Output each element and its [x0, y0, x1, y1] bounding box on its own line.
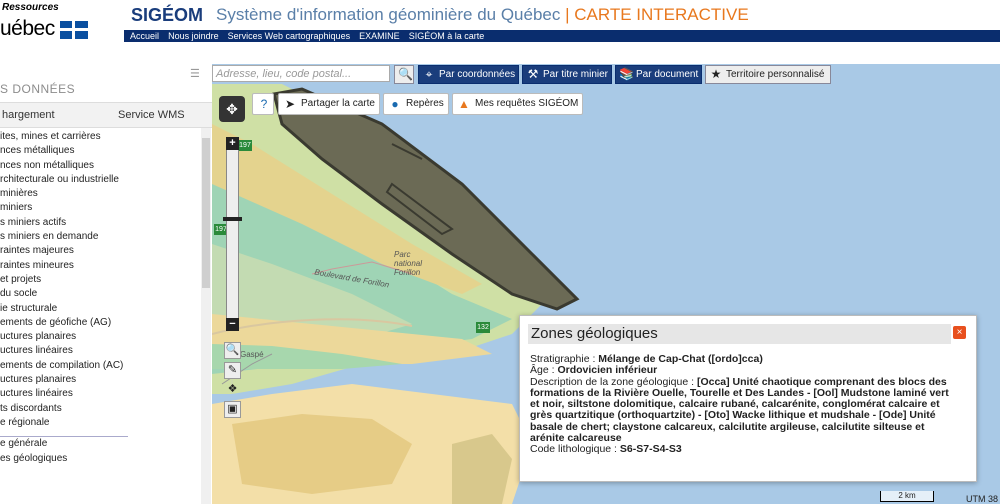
layer-item[interactable]: raintes mineures — [0, 259, 200, 273]
header: Ressources uébec SIGÉOM Système d'inform… — [0, 0, 1000, 42]
close-icon[interactable]: × — [953, 326, 966, 339]
title-text: Système d'information géominière du Québ… — [216, 5, 561, 24]
scale-bar: 2 km — [880, 491, 934, 502]
nav-examine[interactable]: EXAMINE — [359, 31, 400, 41]
logo-top-text: Ressources — [2, 2, 59, 13]
nav-accueil[interactable]: Accueil — [130, 31, 159, 41]
search-icon: 🔍 — [398, 67, 413, 81]
layer-item[interactable]: ie structurale — [0, 302, 200, 316]
share-map-label: Partager la carte — [301, 98, 375, 109]
layer-item[interactable]: uctures planaires — [0, 373, 200, 387]
measure-icon[interactable]: ✎ — [224, 362, 241, 379]
sidebar-tabs: hargement Service WMS — [0, 102, 212, 128]
tab-chargement[interactable]: hargement — [2, 109, 55, 121]
nav-sigeom-carte[interactable]: SIGÉOM à la carte — [409, 31, 485, 41]
popup-title: Zones géologiques — [528, 324, 951, 344]
by-mining-title-button[interactable]: ⚒ Par titre minier — [522, 65, 612, 84]
top-nav: Accueil Nous joindre Services Web cartog… — [124, 30, 1000, 42]
age-value: Ordovicien inférieur — [557, 364, 658, 377]
sidebar: ☰ S DONNÉES hargement Service WMS ites, … — [0, 64, 212, 504]
age-label: Âge : — [530, 364, 558, 377]
help-icon: ? — [260, 97, 268, 111]
by-mining-title-label: Par titre minier — [543, 69, 609, 80]
zoom-in-button[interactable]: + — [226, 137, 239, 150]
zoom-out-button[interactable]: − — [226, 318, 239, 331]
print-icon[interactable]: ▣ — [224, 401, 241, 418]
geology-popup: Zones géologiques × Stratigraphie : Méla… — [519, 315, 977, 482]
divider — [0, 430, 128, 438]
pickaxe-icon: ⚒ — [527, 67, 539, 81]
route-marker: 197 — [238, 140, 252, 151]
layer-item[interactable]: nces non métalliques — [0, 159, 200, 173]
by-document-label: Par document — [636, 69, 699, 80]
layer-list: ites, mines et carrières nces métallique… — [0, 130, 200, 466]
custom-territory-button[interactable]: ★ Territoire personnalisé — [705, 65, 831, 84]
markers-button[interactable]: ● Repères — [383, 93, 449, 115]
pan-control-icon[interactable]: ✥ — [219, 96, 245, 122]
layer-item[interactable]: uctures planaires — [0, 330, 200, 344]
layer-item[interactable]: ts discordants — [0, 402, 200, 416]
layer-item[interactable]: ites, mines et carrières — [0, 130, 200, 144]
sidebar-heading: S DONNÉES — [0, 82, 76, 96]
brand-logo[interactable]: SIGÉOM — [131, 5, 203, 26]
layer-item[interactable]: et projets — [0, 273, 200, 287]
collapse-panel-icon[interactable]: ☰ — [190, 67, 208, 81]
code-label: Code lithologique : — [530, 443, 620, 456]
star-icon: ★ — [710, 67, 722, 81]
layer-item[interactable]: ements de géofiche (AG) — [0, 316, 200, 330]
share-icon: ➤ — [284, 97, 296, 111]
identify-icon[interactable]: ❖ — [224, 382, 241, 399]
layer-item[interactable]: minières — [0, 187, 200, 201]
description-label: Description de la zone géologique : — [530, 375, 697, 388]
quebec-flag-icon — [60, 21, 88, 39]
layer-item[interactable]: s miniers en demande — [0, 230, 200, 244]
zoom-slider-handle[interactable] — [223, 217, 242, 221]
layer-item[interactable]: ements de compilation (AC) — [0, 359, 200, 373]
map-label-park: Parc national Forillon — [394, 250, 423, 277]
layer-item[interactable]: raintes majeures — [0, 244, 200, 258]
help-button[interactable]: ? — [252, 93, 274, 115]
layer-item[interactable]: du socle — [0, 287, 200, 301]
layer-item[interactable]: rchitecturale ou industrielle — [0, 173, 200, 187]
sidebar-scrollbar[interactable] — [201, 128, 211, 504]
title-separator: | — [565, 5, 570, 24]
my-requests-label: Mes requêtes SIGÉOM — [475, 98, 579, 109]
nav-nous-joindre[interactable]: Nous joindre — [168, 31, 219, 41]
utm-readout: UTM 38 — [966, 494, 999, 504]
layer-item[interactable]: s miniers actifs — [0, 216, 200, 230]
tab-service-wms[interactable]: Service WMS — [118, 109, 185, 121]
scrollbar-thumb[interactable] — [202, 138, 210, 288]
layer-item[interactable]: miniers — [0, 201, 200, 215]
logo-name[interactable]: uébec — [0, 17, 55, 41]
markers-label: Repères — [406, 98, 444, 109]
search-input[interactable]: Adresse, lieu, code postal... — [212, 65, 390, 82]
code-value: S6-S7-S4-S3 — [619, 443, 682, 456]
layer-item[interactable]: uctures linéaires — [0, 387, 200, 401]
zoom-box-icon[interactable]: 🔍 — [224, 342, 241, 359]
map-label-place: Gaspé — [240, 350, 264, 359]
layer-item[interactable]: e régionale — [0, 416, 200, 430]
map-pin-icon: ● — [391, 97, 399, 111]
route-marker: 132 — [476, 322, 490, 333]
coordinates-icon: ⌖ — [425, 67, 433, 81]
flask-icon: ▲ — [458, 97, 470, 111]
by-coordinates-label: Par coordonnées — [439, 69, 516, 80]
nav-services-web[interactable]: Services Web cartographiques — [228, 31, 350, 41]
title-accent: CARTE INTERACTIVE — [574, 5, 749, 24]
layer-item[interactable]: uctures linéaires — [0, 344, 200, 358]
popup-body: Stratigraphie : Mélange de Cap-Chat ([or… — [530, 353, 950, 456]
my-requests-button[interactable]: ▲ Mes requêtes SIGÉOM — [452, 93, 583, 115]
zoom-slider[interactable] — [226, 140, 239, 330]
layer-item[interactable]: nces métalliques — [0, 144, 200, 158]
layer-item[interactable]: e générale — [0, 437, 200, 451]
share-map-button[interactable]: ➤ Partager la carte — [278, 93, 380, 115]
custom-territory-label: Territoire personnalisé — [726, 69, 825, 80]
search-button[interactable]: 🔍 — [394, 65, 414, 84]
by-document-button[interactable]: 📚 Par document — [615, 65, 702, 84]
layer-item[interactable]: es géologiques — [0, 452, 200, 466]
page-title: Système d'information géominière du Québ… — [216, 5, 749, 25]
by-coordinates-button[interactable]: ⌖ Par coordonnées — [418, 65, 519, 84]
books-icon: 📚 — [619, 67, 634, 81]
